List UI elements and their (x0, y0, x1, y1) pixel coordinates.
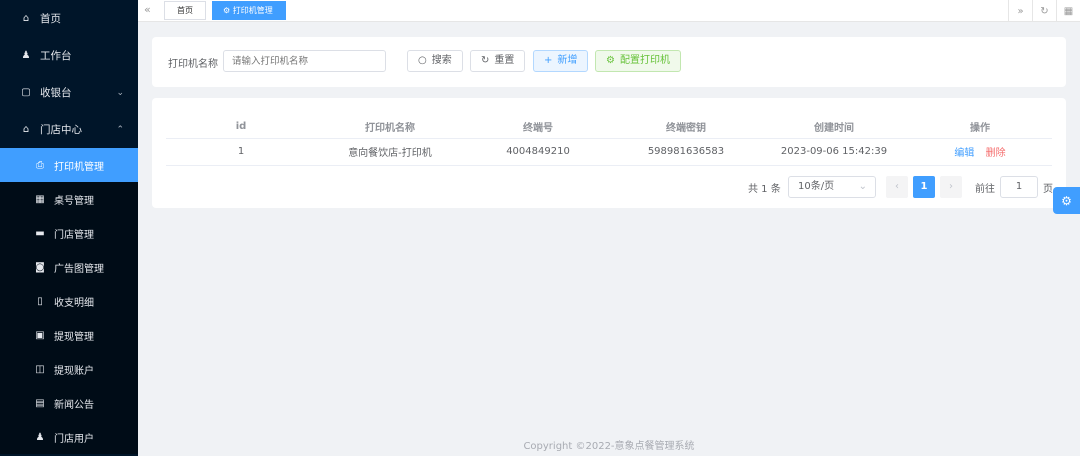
footer-copyright: Copyright ©2022-意象点餐管理系统 (523, 441, 695, 452)
sidebar-item-label: 桌号管理 (54, 195, 94, 207)
user-icon: ♟ (35, 431, 45, 443)
sidebar: ⌂ 首页 ♟ 工作台 ▢ 收银台 ⌄ ⌂ 门店中心 ⌃ ⎙ 打印机管理 ▦ 桌号… (0, 0, 138, 456)
config-printer-button[interactable]: ⚙ 配置打印机 (595, 50, 681, 72)
plus-icon: + (544, 55, 553, 66)
cell-terminal: 4004849210 (464, 138, 612, 166)
cell-key: 598981636583 (612, 138, 760, 166)
chevron-down-icon: ⌄ (858, 181, 867, 192)
shop-icon: ▬ (35, 227, 45, 239)
sidebar-item-tables[interactable]: ▦ 桌号管理 (0, 182, 138, 216)
printer-icon: ⎙ (36, 159, 44, 171)
sidebar-item-label: 收银台 (40, 87, 72, 99)
home-icon: ⌂ (22, 13, 30, 24)
page-size-value: 10条/页 (798, 181, 835, 192)
sidebar-item-news[interactable]: ▤ 新闻公告 (0, 386, 138, 420)
col-terminal: 终端号 (464, 115, 612, 139)
printer-table: id 打印机名称 终端号 终端密钥 创建时间 操作 1 意向餐饮店-打印机 40… (166, 115, 1052, 166)
sidebar-item-label: 首页 (40, 13, 61, 25)
pagination: 共 1 条 10条/页 ⌄ ‹ 1 › 前往 1 页 (152, 176, 1066, 198)
sidebar-item-home[interactable]: ⌂ 首页 (0, 0, 138, 37)
news-icon: ▤ (35, 397, 45, 409)
tag-printer[interactable]: ⚙ 打印机管理 (212, 1, 286, 20)
sidebar-item-label: 广告图管理 (54, 263, 104, 275)
add-button[interactable]: + 新增 (533, 50, 589, 72)
btn-label: 重置 (494, 55, 515, 66)
goto-suffix: 页 (1043, 184, 1053, 195)
page-size-select[interactable]: 10条/页 ⌄ (788, 176, 876, 198)
apps-grid-icon[interactable]: ▦ (1056, 0, 1080, 22)
settings-gear-icon[interactable]: ⚙ (1053, 187, 1080, 214)
btn-label: 配置打印机 (619, 55, 670, 66)
sidebar-item-store-center[interactable]: ⌂ 门店中心 ⌃ (0, 111, 138, 148)
sidebar-item-label: 门店中心 (40, 124, 82, 136)
refresh-icon: ↻ (481, 55, 490, 66)
col-id: id (166, 115, 316, 139)
grid-icon: ▦ (35, 193, 45, 205)
sidebar-item-store-users[interactable]: ♟ 门店用户 (0, 420, 138, 454)
chevron-down-icon: ⌄ (116, 87, 124, 98)
sidebar-item-label: 收支明细 (54, 297, 94, 309)
chevron-up-icon: ⌃ (116, 124, 124, 135)
tags-toolbar: » ↻ ▦ (1008, 0, 1080, 22)
cell-id: 1 (166, 138, 316, 166)
sidebar-item-printer[interactable]: ⎙ 打印机管理 (0, 148, 138, 182)
sidebar-item-label: 打印机管理 (54, 161, 104, 173)
col-actions: 操作 (908, 115, 1052, 139)
goto-input[interactable]: 1 (1000, 176, 1038, 198)
sidebar-item-cashier[interactable]: ▢ 收银台 ⌄ (0, 74, 138, 111)
sidebar-item-label: 提现管理 (54, 331, 94, 343)
search-button[interactable]: ○ 搜索 (407, 50, 463, 72)
tag-label: 打印机管理 (232, 6, 273, 15)
cell-printer-name: 意向餐饮店-打印机 (316, 138, 464, 166)
printer-name-input[interactable] (223, 50, 386, 72)
sidebar-item-label: 门店用户 (54, 433, 94, 445)
col-created: 创建时间 (760, 115, 908, 139)
cell-actions: 编辑 删除 (908, 138, 1052, 166)
sidebar-item-ads[interactable]: ◙ 广告图管理 (0, 250, 138, 284)
sidebar-item-label: 新闻公告 (54, 399, 94, 411)
refresh-icon[interactable]: ↻ (1032, 0, 1056, 22)
cell-created: 2023-09-06 15:42:39 (760, 138, 908, 166)
printer-name-label: 打印机名称 (168, 59, 218, 70)
wallet-icon: ▣ (35, 329, 45, 341)
sidebar-item-label: 工作台 (40, 50, 72, 62)
col-key: 终端密钥 (612, 115, 760, 139)
gear-icon: ⚙ (606, 55, 615, 66)
sidebar-item-finance[interactable]: ▯ 收支明细 (0, 284, 138, 318)
sidebar-item-stores[interactable]: ▬ 门店管理 (0, 216, 138, 250)
bag-icon: ▢ (21, 87, 31, 98)
search-icon: ○ (418, 55, 427, 66)
sidebar-item-withdraw[interactable]: ▣ 提现管理 (0, 318, 138, 352)
gear-icon: ⚙ (223, 6, 233, 15)
account-icon: ◫ (35, 363, 45, 375)
page-number[interactable]: 1 (913, 176, 935, 198)
pagination-total: 共 1 条 (748, 184, 781, 195)
goto-label: 前往 (975, 184, 995, 195)
btn-label: 新增 (557, 55, 578, 66)
collapse-left-icon[interactable]: « (144, 3, 151, 16)
sidebar-item-label: 提现账户 (54, 365, 94, 377)
sidebar-item-withdraw-account[interactable]: ◫ 提现账户 (0, 352, 138, 386)
tags-bar: « 首页 ⚙ 打印机管理 » ↻ ▦ (138, 0, 1080, 22)
tag-home[interactable]: 首页 (164, 1, 206, 20)
btn-label: 搜索 (431, 55, 452, 66)
table-row: 1 意向餐饮店-打印机 4004849210 598981636583 2023… (166, 138, 1052, 166)
bell-icon: ♟ (21, 50, 31, 61)
scroll-right-icon[interactable]: » (1008, 0, 1032, 22)
search-panel: 打印机名称 ○ 搜索 ↻ 重置 + 新增 ⚙ 配置打印机 (152, 37, 1066, 87)
table-panel: id 打印机名称 终端号 终端密钥 创建时间 操作 1 意向餐饮店-打印机 40… (152, 98, 1066, 208)
prev-page-button[interactable]: ‹ (886, 176, 908, 198)
sidebar-item-label: 门店管理 (54, 229, 94, 241)
camera-icon: ◙ (35, 261, 45, 273)
note-icon: ▯ (37, 295, 43, 307)
next-page-button[interactable]: › (940, 176, 962, 198)
table-header-row: id 打印机名称 终端号 终端密钥 创建时间 操作 (166, 115, 1052, 139)
col-printer-name: 打印机名称 (316, 115, 464, 139)
reset-button[interactable]: ↻ 重置 (470, 50, 526, 72)
sidebar-item-workbench[interactable]: ♟ 工作台 (0, 37, 138, 74)
edit-link[interactable]: 编辑 (954, 148, 974, 159)
store-icon: ⌂ (22, 124, 30, 135)
delete-link[interactable]: 删除 (986, 148, 1006, 159)
sidebar-submenu: ⎙ 打印机管理 ▦ 桌号管理 ▬ 门店管理 ◙ 广告图管理 ▯ 收支明细 ▣ 提… (0, 148, 138, 454)
